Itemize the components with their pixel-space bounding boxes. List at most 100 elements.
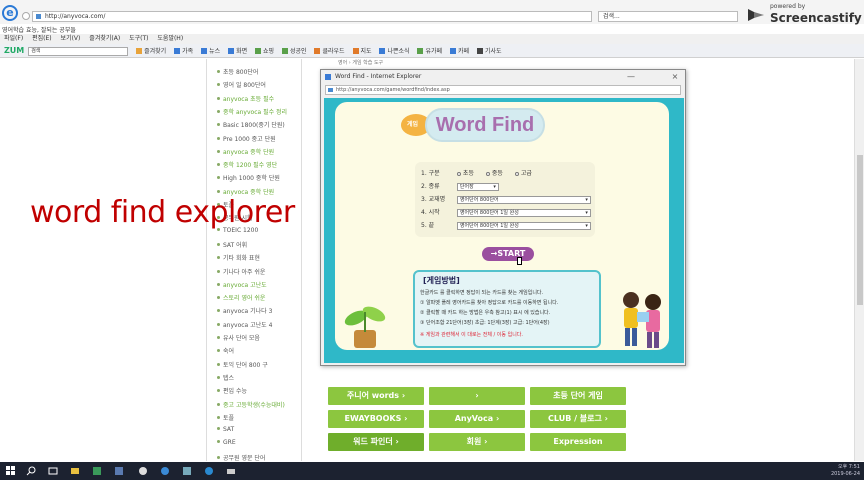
word-list-item[interactable]: Pre 1000 중고 단원 bbox=[217, 134, 276, 143]
fav-item[interactable]: 지도 bbox=[352, 45, 372, 59]
button-member[interactable]: 회원 › bbox=[429, 433, 525, 451]
button-elementary-game[interactable]: 초등 단어 게임 bbox=[530, 387, 626, 405]
page-scrollbar[interactable] bbox=[854, 59, 864, 461]
word-list-item[interactable]: GRE bbox=[217, 439, 236, 446]
word-list-item[interactable]: Basic 1800(중기 단원) bbox=[217, 120, 285, 129]
browser-tab[interactable]: 영어학습 효능, 잘되는 공부들 bbox=[2, 25, 76, 34]
app-icon[interactable] bbox=[92, 466, 102, 476]
menu-help[interactable]: 도움말(H) bbox=[157, 34, 183, 44]
end-select[interactable]: 영어단어 800단어 1일 완성 ▾ bbox=[456, 221, 591, 230]
game-title: Word Find bbox=[435, 114, 535, 136]
word-list-item[interactable]: anyvoca 고난도 bbox=[217, 280, 267, 289]
word-list-item[interactable]: anyvoca 고난도 4 bbox=[217, 320, 272, 329]
fav-item[interactable]: 클라우드 bbox=[314, 45, 345, 59]
button-two[interactable]: › bbox=[429, 387, 525, 405]
button-junior-words[interactable]: 주니어 words › bbox=[328, 387, 424, 405]
start-button[interactable]: →START bbox=[482, 247, 534, 261]
menu-edit[interactable]: 편집(E) bbox=[32, 34, 52, 44]
favorites-search-input[interactable]: 검색 bbox=[28, 47, 129, 56]
button-anyvoca[interactable]: AnyVoca › bbox=[429, 410, 525, 428]
app-icon[interactable] bbox=[114, 466, 124, 476]
fav-item[interactable]: 기사도 bbox=[476, 45, 502, 59]
menu-view[interactable]: 보기(V) bbox=[61, 34, 81, 44]
internet-explorer-icon[interactable] bbox=[160, 466, 170, 476]
word-list-item[interactable]: 숙어 bbox=[217, 346, 234, 355]
bullet-icon bbox=[217, 402, 220, 406]
app-icon[interactable] bbox=[226, 466, 236, 476]
app-icon[interactable] bbox=[138, 466, 148, 476]
search-box[interactable]: 검색... bbox=[598, 11, 738, 22]
chevron-down-icon: ▾ bbox=[493, 183, 496, 190]
system-tray-clock[interactable]: 오후 7:51 2019-06-24 bbox=[831, 464, 860, 478]
menu-file[interactable]: 파일(F) bbox=[4, 34, 23, 44]
app-icon[interactable] bbox=[204, 466, 214, 476]
word-list-item-label: 중고 고등학생(수능대비) bbox=[223, 401, 285, 409]
word-list-item-label: 중학 1200 필수 영단 bbox=[223, 162, 278, 170]
word-list-item-label: 편입 수능 bbox=[223, 388, 247, 396]
word-list-item[interactable]: High 1000 중학 단원 bbox=[217, 173, 280, 182]
word-list-item[interactable]: 영어 일 800단어 bbox=[217, 80, 266, 89]
screencastify-powered-by: powered by bbox=[770, 3, 806, 10]
type-select[interactable]: 단어장 ▾ bbox=[456, 182, 499, 191]
popup-address-bar: http://anyvoca.com/game/wordfind/index.a… bbox=[325, 85, 681, 95]
button-ewaybooks[interactable]: EWAYBOOKS › bbox=[328, 410, 424, 428]
button-expression[interactable]: Expression bbox=[530, 433, 626, 451]
word-list-item[interactable]: 중학 1200 필수 영단 bbox=[217, 160, 277, 169]
back-icon[interactable] bbox=[22, 12, 30, 20]
fav-item[interactable]: 뉴스 bbox=[201, 45, 220, 59]
zum-logo[interactable]: ZUM bbox=[4, 44, 24, 58]
word-list-item[interactable]: SAT 어휘 bbox=[217, 240, 247, 249]
bullet-icon bbox=[217, 389, 220, 393]
word-list-item-label: 숙어 bbox=[223, 348, 235, 356]
start-select[interactable]: 영어단어 800단어 1일 완성 ▾ bbox=[456, 208, 591, 217]
scroll-thumb[interactable] bbox=[857, 155, 863, 305]
option-end-label: 5. 끝 bbox=[421, 222, 435, 229]
word-list-item[interactable]: anyvoca 중학 단원 bbox=[217, 147, 274, 156]
level-radio-middle[interactable]: 중등 bbox=[485, 168, 503, 177]
word-list-item[interactable]: 중학 anyvoca 필수 정리 bbox=[217, 107, 287, 116]
breadcrumb: 영어 › 게임 학습 도구 bbox=[338, 60, 384, 66]
word-list-item[interactable]: 텝스 bbox=[217, 373, 234, 382]
bullet-icon bbox=[217, 163, 220, 167]
word-list-item[interactable]: 유사 단어 모음 bbox=[217, 333, 260, 342]
word-list-item[interactable]: 기나다 아주 쉬운 bbox=[217, 267, 265, 276]
book-select[interactable]: 영어단어 800단어 ▾ bbox=[456, 195, 591, 204]
word-list-item[interactable]: 편입 수능 bbox=[217, 386, 247, 395]
button-club[interactable]: CLUB / 블로그 › bbox=[530, 410, 626, 428]
fav-item[interactable]: 화면 bbox=[228, 45, 247, 59]
word-list-item[interactable]: 중고 고등학생(수능대비) bbox=[217, 400, 285, 409]
fav-item[interactable]: 쇼핑 bbox=[255, 45, 274, 59]
word-list-item[interactable]: SAT bbox=[217, 426, 234, 433]
word-list-item[interactable]: 토플 bbox=[217, 413, 234, 422]
word-list-item[interactable]: 기타 회화 표현 bbox=[217, 253, 260, 262]
fav-item[interactable]: 성공인 bbox=[282, 45, 307, 59]
button-word-finder[interactable]: 워드 파인더 › bbox=[328, 433, 424, 451]
menu-favorites[interactable]: 즐겨찾기(A) bbox=[89, 34, 120, 44]
app-icon[interactable] bbox=[182, 466, 192, 476]
word-list-item[interactable]: 공무원 영문 단어 bbox=[217, 453, 265, 462]
fav-item[interactable]: 카페 bbox=[449, 45, 469, 59]
address-bar[interactable]: http://anyvoca.com/ bbox=[32, 11, 592, 22]
level-radio-advanced[interactable]: 고급 bbox=[514, 168, 532, 177]
bullet-icon bbox=[217, 375, 220, 379]
close-icon[interactable]: × bbox=[669, 72, 681, 82]
windows-start-icon[interactable] bbox=[6, 466, 16, 476]
fav-item[interactable]: 가족 bbox=[174, 45, 193, 59]
menu-tools[interactable]: 도구(T) bbox=[129, 34, 148, 44]
option-start-label: 4. 시작 bbox=[421, 209, 440, 216]
fav-item[interactable]: 나쁜소식 bbox=[379, 45, 410, 59]
minimize-icon[interactable]: — bbox=[625, 72, 637, 82]
word-list-item[interactable]: anyvoca 기나다 3 bbox=[217, 306, 272, 315]
task-view-icon[interactable] bbox=[48, 466, 58, 476]
word-list-item[interactable]: 토익 단어 800 구 bbox=[217, 360, 268, 369]
word-list-item[interactable]: anyvoca 초등 필수 bbox=[217, 94, 274, 103]
file-explorer-icon[interactable] bbox=[70, 466, 80, 476]
how-to-play-title: [게임방법] bbox=[423, 276, 460, 285]
fav-item[interactable]: 유가페 bbox=[417, 45, 442, 59]
word-list-item[interactable]: 초등 800단어 bbox=[217, 67, 258, 76]
search-icon[interactable] bbox=[26, 466, 36, 476]
level-radio-elementary[interactable]: 초등 bbox=[456, 168, 474, 177]
fav-item[interactable]: 즐겨찾기 bbox=[136, 45, 166, 59]
word-list-item[interactable]: 스토리 영어 쉬운 bbox=[217, 293, 265, 302]
game-title-bubble: Word Find bbox=[425, 108, 545, 142]
